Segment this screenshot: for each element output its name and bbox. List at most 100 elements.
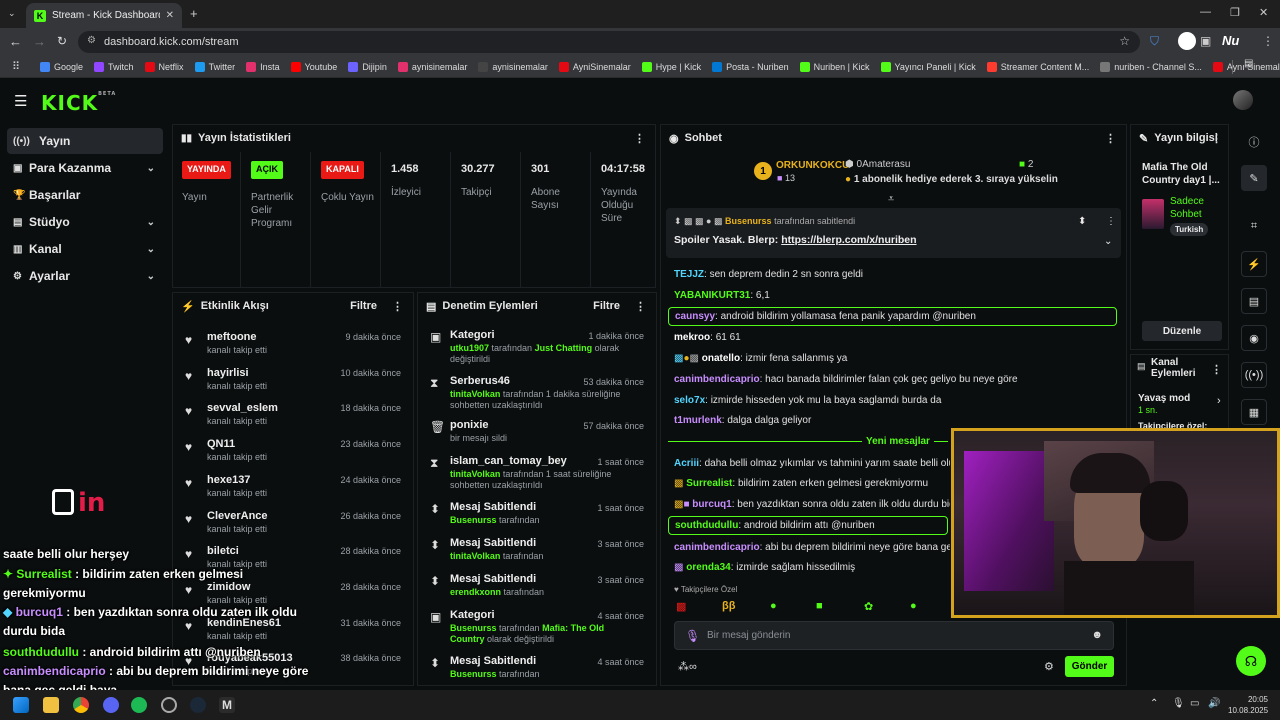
- bookmark-item[interactable]: Google: [40, 61, 83, 72]
- forward-icon[interactable]: →: [33, 34, 46, 49]
- lightning-rail-icon[interactable]: ⚡: [1241, 251, 1267, 277]
- emoji-icon[interactable]: ☻: [1091, 629, 1103, 641]
- top-gifter-name[interactable]: ORKUNKOKCU: [776, 160, 849, 171]
- chat-input[interactable]: 🎙 Bir mesaj gönderin ☻: [674, 621, 1114, 650]
- moderation-row[interactable]: ▣ Kategori Busenurss tarafından Mafia: The…: [428, 609, 648, 644]
- chevron-down-icon[interactable]: ⌄: [1104, 236, 1112, 247]
- activity-user[interactable]: CleverAnce: [207, 510, 268, 522]
- chat-message[interactable]: mekroo: 61 61: [674, 332, 741, 343]
- chat-username[interactable]: southdudullu: [675, 520, 738, 531]
- sidebar-item-basarilar[interactable]: 🏆 Başarılar: [7, 182, 163, 208]
- chat-username[interactable]: onatello: [702, 353, 740, 364]
- bookmark-item[interactable]: Posta - Nuriben: [712, 61, 789, 72]
- chat-message[interactable]: ▩■ burcuq1: ben yazdıktan sonra oldu zat…: [674, 499, 950, 510]
- chat-username[interactable]: selo7x: [674, 395, 705, 406]
- chat-username[interactable]: Acriii: [674, 458, 699, 469]
- bookmark-item[interactable]: Netflix: [144, 61, 184, 72]
- moderation-row[interactable]: ⬍ Mesaj Sabitlendi erendkxonn tarafından 3 …: [428, 573, 648, 607]
- chat-message[interactable]: ▩ Surrealist: bildirim zaten erken gelme…: [674, 478, 928, 489]
- chat-message[interactable]: selo7x: izmirde hisseden yok mu la baya …: [674, 395, 941, 406]
- maximize-button[interactable]: ❐: [1230, 6, 1240, 19]
- bookmark-item[interactable]: Youtube: [290, 61, 337, 72]
- chat-message[interactable]: canimbendicaprio: hacı banada bildirimle…: [674, 374, 1018, 385]
- chat-message-highlighted[interactable]: caunsyy: android bildirim yollamasa fena…: [668, 307, 1117, 326]
- browser-menu-icon[interactable]: ⋮: [1262, 34, 1274, 48]
- chat-username[interactable]: Surrealist: [686, 478, 732, 489]
- tab-search-icon[interactable]: ⌄: [8, 8, 16, 19]
- discord-icon[interactable]: [103, 697, 119, 713]
- url-field[interactable]: ⚙ dashboard.kick.com/stream ☆: [78, 31, 1140, 53]
- chat-username[interactable]: caunsyy: [675, 311, 715, 322]
- sidebar-item-studyo[interactable]: ▤ Stüdyo ⌄: [7, 209, 163, 235]
- moderation-row[interactable]: 🗑 ponixie bir mesajı sildi 57 dakika önce: [428, 419, 648, 453]
- sidebar-item-ayarlar[interactable]: ⚙ Ayarlar ⌄: [7, 263, 163, 289]
- chat-username[interactable]: canimbendicaprio: [674, 374, 760, 385]
- activity-filter-button[interactable]: Filtre: [350, 300, 377, 312]
- category-thumbnail[interactable]: [1142, 199, 1164, 229]
- edit-stream-button[interactable]: Düzenle: [1142, 321, 1222, 341]
- chat-username[interactable]: YABANIKURT31: [674, 290, 750, 301]
- chat-menu-button[interactable]: ⋮: [1105, 132, 1116, 145]
- bookmark-item[interactable]: Yayıncı Paneli | Kick: [880, 61, 976, 72]
- edit-rail-icon[interactable]: ✎: [1241, 165, 1267, 191]
- chat-message[interactable]: YABANIKURT31: 6,1: [674, 290, 770, 301]
- chat-username[interactable]: burcuq1: [692, 499, 731, 510]
- minimize-button[interactable]: —: [1200, 6, 1211, 18]
- volume-icon[interactable]: 🔊: [1208, 698, 1220, 709]
- bookmark-item[interactable]: aynisinemalar: [397, 61, 467, 72]
- activity-user[interactable]: sevval_eslem: [207, 402, 278, 414]
- chat-tools-icon[interactable]: ⁂∞: [678, 660, 697, 673]
- bookmark-star-icon[interactable]: ☆: [1119, 34, 1130, 48]
- profile-icon[interactable]: Nu: [1222, 33, 1239, 48]
- sidebar-item-para-kazanma[interactable]: ▣ Para Kazanma ⌄: [7, 155, 163, 181]
- chrome-icon[interactable]: [73, 697, 89, 713]
- crop-icon[interactable]: ⌗: [1241, 213, 1267, 239]
- chat-message-highlighted[interactable]: southdudullu: android bildirim attı @nur…: [668, 516, 948, 535]
- activity-user[interactable]: zimidow: [207, 581, 250, 593]
- start-icon[interactable]: [13, 697, 29, 713]
- all-bookmarks-icon[interactable]: ▤: [1244, 58, 1253, 69]
- steam-icon[interactable]: [190, 697, 206, 713]
- extensions-puzzle-icon[interactable]: ▣: [1200, 34, 1211, 48]
- sidebar-item-kanal[interactable]: ▥ Kanal ⌄: [7, 236, 163, 262]
- microphone-icon[interactable]: 🎙: [685, 629, 700, 643]
- obs-icon[interactable]: [161, 697, 177, 713]
- bookmark-item[interactable]: AyniSinemalar: [558, 61, 631, 72]
- tab-close-icon[interactable]: ✕: [166, 10, 174, 21]
- moderation-menu-button[interactable]: ⋮: [635, 300, 646, 313]
- reload-icon[interactable]: ↻: [57, 34, 67, 48]
- activity-user[interactable]: QN11: [207, 438, 235, 450]
- moderation-row[interactable]: ⬍ Mesaj Sabitlendi tinitaVolkan tarafından…: [428, 537, 648, 571]
- chevron-right-icon[interactable]: ›: [1217, 395, 1221, 407]
- back-icon[interactable]: ←: [9, 34, 22, 49]
- user-avatar[interactable]: [1233, 90, 1253, 110]
- broadcast-rail-icon[interactable]: ((•)): [1241, 362, 1267, 388]
- chat-username[interactable]: canimbendicaprio: [674, 542, 760, 553]
- bookmark-item[interactable]: Dijipin: [348, 61, 387, 72]
- chat-message[interactable]: Acriii: daha belli olmaz yıkımlar vs tah…: [674, 458, 950, 469]
- bookmark-item[interactable]: Hype | Kick: [641, 61, 701, 72]
- support-headset-icon[interactable]: ☊: [1236, 646, 1266, 676]
- activity-row[interactable]: ♥ CleverAnce kanalı takip etti 26 dakika ön…: [183, 506, 405, 540]
- apps-grid-icon[interactable]: ⠿: [12, 60, 20, 73]
- chat-message[interactable]: TEJJZ: sen deprem dedin 2 sn sonra geldi: [674, 269, 863, 280]
- activity-row[interactable]: ♥ sevval_eslem kanalı takip etti 18 dakika …: [183, 398, 405, 432]
- bookmark-item[interactable]: Twitch: [94, 61, 134, 72]
- moderation-row[interactable]: ▣ Kategori utku1907 tarafından Just Chatti…: [428, 329, 648, 364]
- shield-icon[interactable]: ⛉: [1150, 34, 1159, 49]
- kick-logo[interactable]: KICKBETA: [41, 91, 116, 115]
- extension-icon[interactable]: [1178, 32, 1196, 50]
- bookmark-item[interactable]: aynisinemalar: [478, 61, 548, 72]
- chat-rail-icon[interactable]: ◉: [1241, 325, 1267, 351]
- moderation-row[interactable]: ⬍ Mesaj Sabitlendi Busenurss tarafından 4 s…: [428, 655, 648, 689]
- network-icon[interactable]: ▭: [1190, 698, 1199, 709]
- microphone-tray-icon[interactable]: 🎙: [1172, 698, 1185, 709]
- new-messages-divider[interactable]: Yeni mesajlar: [862, 436, 934, 447]
- activity-row[interactable]: ♥ QN11 kanalı takip etti 23 dakika önce: [183, 434, 405, 468]
- channel-actions-menu-button[interactable]: ⋮: [1211, 363, 1222, 376]
- bookmark-item[interactable]: nuriben - Channel S...: [1100, 61, 1202, 72]
- activity-row[interactable]: ♥ meftoone kanalı takip etti 9 dakika önce: [183, 327, 405, 361]
- bookmark-item[interactable]: Insta: [246, 61, 280, 72]
- stream-info-menu-button[interactable]: ⋮: [1211, 132, 1222, 145]
- stats-menu-button[interactable]: ⋮: [634, 132, 645, 145]
